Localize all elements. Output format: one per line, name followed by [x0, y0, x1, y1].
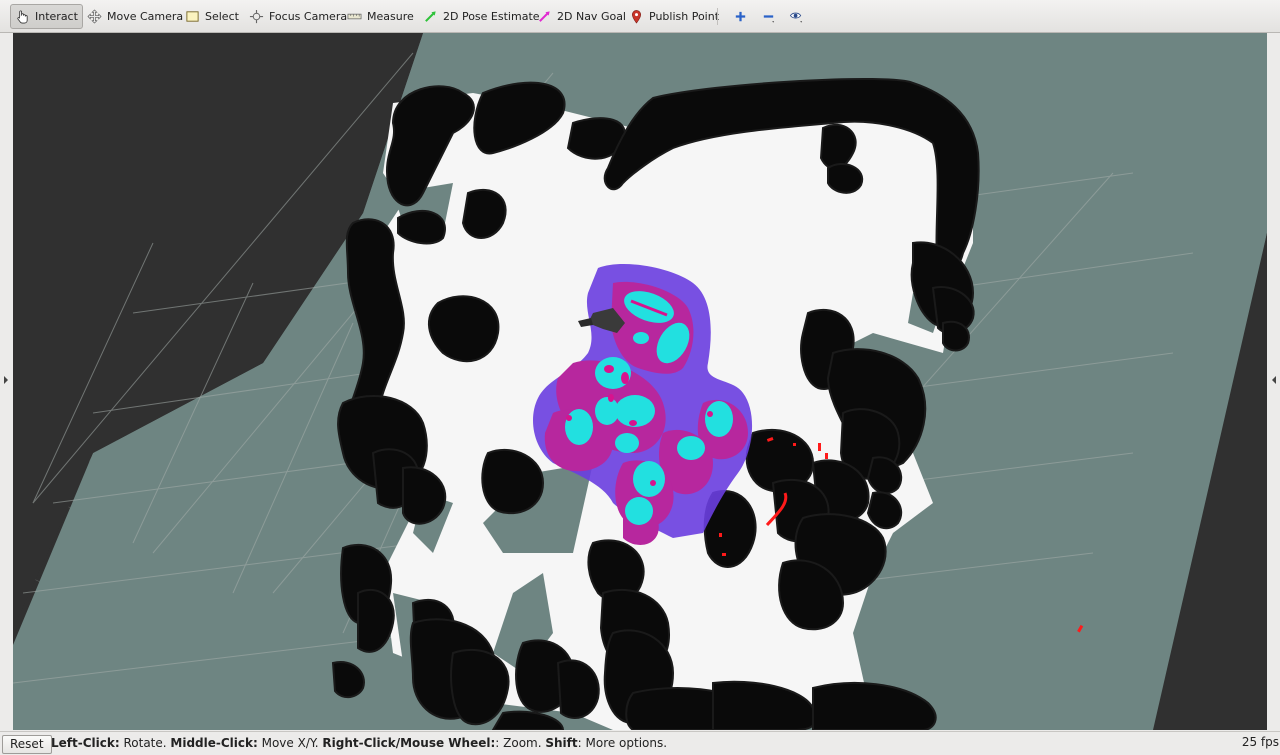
publish-point-tool-label: Publish Point [649, 10, 720, 23]
2d-pose-estimate-tool-button[interactable]: 2D Pose Estimate [418, 4, 545, 29]
remove-tool-icon [763, 15, 775, 23]
interact-tool-button[interactable]: Interact [10, 4, 83, 29]
green-arrow-icon [425, 11, 436, 22]
select-tool-label: Select [205, 10, 239, 23]
hint-middle-click-action: Move X/Y. [257, 736, 323, 750]
hint-middle-click-key: Middle-Click: [170, 736, 258, 750]
3d-render-viewport[interactable] [13, 33, 1267, 730]
view-options-button[interactable] [784, 4, 810, 29]
publish-point-tool-button[interactable]: Publish Point [624, 4, 724, 29]
hint-right-click-key: Right-Click/Mouse Wheel: [322, 736, 496, 750]
remove-tool-button[interactable] [756, 4, 782, 29]
view-options-icon [789, 12, 803, 23]
toolbar: Interact Move Camera Select Focus Camera… [0, 0, 1280, 33]
interact-tool-label: Interact [35, 10, 78, 23]
reset-button[interactable]: Reset [2, 735, 52, 754]
focus-camera-tool-button[interactable]: Focus Camera [244, 4, 352, 29]
hint-left-click-action: Rotate. [119, 736, 171, 750]
right-panel-collapse-arrow-icon[interactable] [1271, 375, 1277, 385]
magenta-arrow-icon [539, 11, 550, 22]
toolbar-separator [717, 8, 718, 25]
move-arrows-icon [87, 9, 102, 24]
move-camera-tool-label: Move Camera [107, 10, 184, 23]
measure-tool-label: Measure [367, 10, 414, 23]
hint-shift-key: Shift [545, 736, 578, 750]
hand-pointer-icon [17, 10, 28, 24]
hint-right-click-action: : Zoom. [495, 736, 546, 750]
2d-pose-estimate-tool-label: 2D Pose Estimate [443, 10, 540, 23]
2d-nav-goal-tool-button[interactable]: 2D Nav Goal [532, 4, 631, 29]
focus-camera-tool-label: Focus Camera [269, 10, 348, 23]
fps-counter: 25 fps [1241, 735, 1279, 749]
add-tool-icon [735, 11, 746, 22]
map-pin-icon [631, 10, 642, 24]
measure-tool-button[interactable]: Measure [342, 4, 419, 29]
move-camera-tool-button[interactable]: Move Camera [82, 4, 188, 29]
left-panel-collapse-arrow-icon[interactable] [3, 375, 9, 385]
2d-nav-goal-tool-label: 2D Nav Goal [557, 10, 626, 23]
focus-target-icon [249, 9, 264, 24]
ruler-icon [347, 13, 362, 20]
hint-left-click-key: Left-Click: [51, 736, 120, 750]
status-bar: Reset Left-Click: Rotate. Middle-Click: … [0, 731, 1280, 755]
hint-shift-action: : More options. [577, 736, 668, 750]
map-scene [13, 33, 1267, 730]
add-tool-button[interactable] [728, 4, 750, 29]
mouse-hint-text: Left-Click: Rotate. Middle-Click: Move X… [51, 736, 667, 750]
select-tool-button[interactable]: Select [180, 4, 244, 29]
select-box-icon [186, 11, 199, 22]
